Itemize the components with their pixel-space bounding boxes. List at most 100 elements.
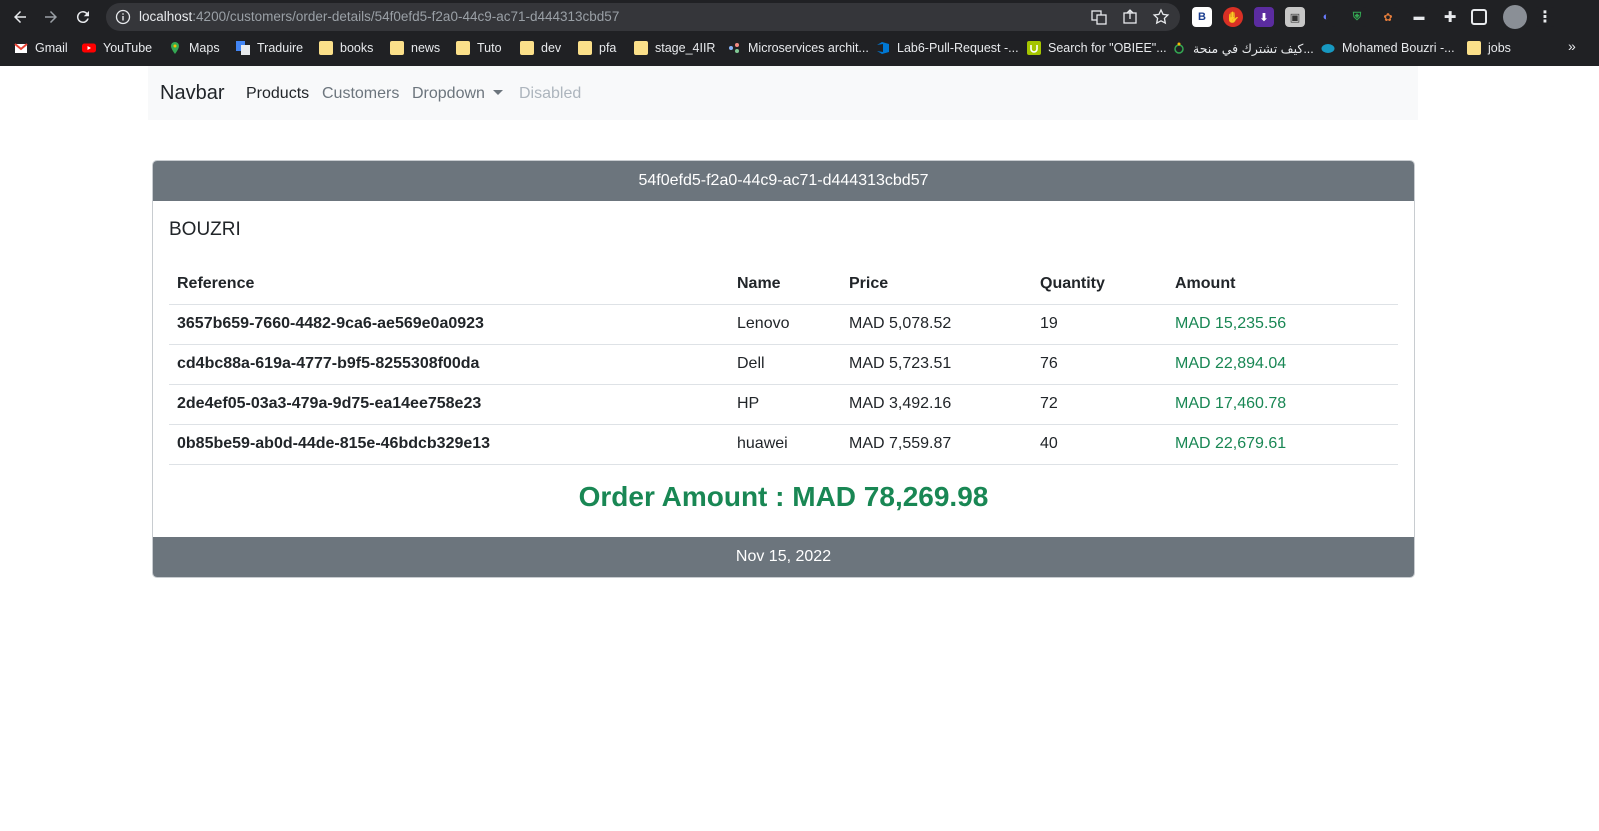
maps-icon <box>171 42 179 54</box>
url-host: localhost <box>139 9 193 24</box>
bookmark-maps[interactable]: Maps <box>168 39 220 57</box>
info-icon[interactable] <box>115 9 131 25</box>
item-reference: cd4bc88a-619a-4777-b9f5-8255308f00da <box>169 344 729 385</box>
extensions-puzzle-icon[interactable]: ✚ <box>1440 7 1460 27</box>
bookmark-folder-news[interactable]: news <box>390 39 440 57</box>
address-bar[interactable]: localhost:4200/customers/order-details/5… <box>106 3 1180 31</box>
bookmark-label: Search for "OBIEE"... <box>1048 41 1167 55</box>
bookmark-star-icon[interactable] <box>1152 8 1170 26</box>
order-date-footer: Nov 15, 2022 <box>153 537 1414 577</box>
bookmarks-bar: Gmail YouTube Maps Traduire books news T… <box>0 34 1599 62</box>
share-icon[interactable] <box>1121 8 1139 26</box>
back-arrow-icon <box>14 11 26 23</box>
bookmark-obiee[interactable]: Search for "OBIEE"... <box>1027 39 1167 57</box>
column-header-amount: Amount <box>1167 264 1398 305</box>
bookmarks-overflow-button[interactable]: » <box>1568 38 1576 54</box>
bookmark-label: stage_4IIR <box>655 41 716 55</box>
reload-button[interactable] <box>70 4 96 30</box>
bookmark-gmail[interactable]: Gmail <box>14 39 68 57</box>
translate-page-icon[interactable] <box>1090 8 1108 26</box>
order-total-amount: Order Amount : MAD 78,269.98 <box>578 481 989 512</box>
side-panel-icon[interactable] <box>1471 9 1487 25</box>
extension-moon-icon[interactable]: ◐ <box>1316 7 1336 27</box>
browser-menu-icon[interactable]: ⋮ <box>1535 7 1555 27</box>
item-name: huawei <box>729 424 841 465</box>
bookmark-label: books <box>340 41 374 55</box>
browser-toolbar: localhost:4200/customers/order-details/5… <box>0 0 1599 34</box>
navbar-brand[interactable]: Navbar <box>160 82 224 105</box>
bookmark-arabic[interactable]: كيف تشترك في منحة... <box>1172 39 1314 57</box>
folder-icon <box>390 41 404 55</box>
item-price: MAD 7,559.87 <box>841 424 1032 465</box>
caret-down-icon <box>492 90 503 95</box>
bookmark-traduire[interactable]: Traduire <box>236 39 303 57</box>
extension-b-icon[interactable]: B <box>1192 7 1212 27</box>
extension-gun-icon[interactable]: ▬ <box>1409 7 1429 27</box>
order-id-header: 54f0efd5-f2a0-44c9-ac71-d444313cbd57 <box>153 161 1414 201</box>
folder-icon <box>520 41 534 55</box>
profile-avatar[interactable] <box>1503 5 1527 29</box>
item-name: HP <box>729 384 841 425</box>
bookmark-label: Mohamed Bouzri -... <box>1342 41 1455 55</box>
bookmark-label: كيف تشترك في منحة... <box>1193 41 1314 56</box>
item-reference: 2de4ef05-03a3-479a-9d75-ea14ee758e23 <box>169 384 729 425</box>
reload-icon <box>76 11 89 24</box>
bookmark-label: Lab6-Pull-Request -... <box>897 41 1019 55</box>
order-card: 54f0efd5-f2a0-44c9-ac71-d444313cbd57 BOU… <box>152 160 1415 578</box>
item-price: MAD 5,078.52 <box>841 304 1032 345</box>
browser-chrome: localhost:4200/customers/order-details/5… <box>0 0 1599 66</box>
bookmark-label: dev <box>541 41 562 55</box>
extension-page-icon[interactable]: ▣ <box>1285 7 1305 27</box>
bookmark-mohamed[interactable]: Mohamed Bouzri -... <box>1321 39 1455 57</box>
extension-adblock-icon[interactable]: ✋ <box>1223 7 1243 27</box>
bookmark-microservices[interactable]: Microservices archit... <box>727 39 869 57</box>
translate-icon <box>236 41 250 55</box>
url-path: :4200/customers/order-details/54f0efd5-f… <box>192 9 620 24</box>
dropdown-label: Dropdown <box>412 85 485 102</box>
forward-button[interactable] <box>38 4 64 30</box>
nav-link-customers[interactable]: Customers <box>322 85 399 103</box>
gmail-icon <box>14 43 28 53</box>
bookmark-label: Traduire <box>257 41 304 55</box>
back-button[interactable] <box>7 4 33 30</box>
bookmark-folder-dev[interactable]: dev <box>520 39 561 57</box>
item-price: MAD 5,723.51 <box>841 344 1032 385</box>
column-header-reference: Reference <box>169 264 729 305</box>
nav-link-dropdown[interactable]: Dropdown <box>412 85 503 103</box>
udemy-icon <box>1027 41 1041 55</box>
column-header-price: Price <box>841 264 1032 305</box>
table-row: 3657b659-7660-4482-9ca6-ae569e0a0923 Len… <box>169 304 1398 345</box>
bookmark-folder-jobs[interactable]: jobs <box>1467 39 1511 57</box>
item-name: Lenovo <box>729 304 841 345</box>
bookmark-label: Tuto <box>477 41 502 55</box>
item-quantity: 76 <box>1032 344 1167 385</box>
site-icon <box>729 43 739 53</box>
item-quantity: 19 <box>1032 304 1167 345</box>
folder-icon <box>1467 41 1481 55</box>
item-amount: MAD 22,894.04 <box>1167 344 1398 385</box>
item-amount: MAD 17,460.78 <box>1167 384 1398 425</box>
bookmark-folder-books[interactable]: books <box>319 39 373 57</box>
extension-download-icon[interactable]: ⬇ <box>1254 7 1274 27</box>
item-amount: MAD 15,235.56 <box>1167 304 1398 345</box>
app-navbar: Navbar Products Customers Dropdown Disab… <box>148 66 1418 120</box>
extension-cookie-icon[interactable]: ✿ <box>1378 7 1398 27</box>
bookmark-folder-stage[interactable]: stage_4IIR <box>634 39 715 57</box>
item-reference: 3657b659-7660-4482-9ca6-ae569e0a0923 <box>169 304 729 345</box>
table-row: 2de4ef05-03a3-479a-9d75-ea14ee758e23 HP … <box>169 384 1398 425</box>
bookmark-lab6[interactable]: Lab6-Pull-Request -... <box>876 39 1019 57</box>
bookmark-label: YouTube <box>103 41 153 55</box>
bookmark-folder-pfa[interactable]: pfa <box>578 39 616 57</box>
forward-arrow-icon <box>45 11 57 23</box>
bookmark-label: jobs <box>1488 41 1511 55</box>
table-row: cd4bc88a-619a-4777-b9f5-8255308f00da Del… <box>169 344 1398 385</box>
extension-shield-icon[interactable]: ⛨ <box>1347 7 1367 27</box>
nav-link-products[interactable]: Products <box>246 85 309 103</box>
item-quantity: 40 <box>1032 424 1167 465</box>
table-header-row: Reference Name Price Quantity Amount <box>169 264 1398 305</box>
bookmark-folder-tuto[interactable]: Tuto <box>456 39 502 57</box>
bookmark-label: Gmail <box>35 41 68 55</box>
bookmark-youtube[interactable]: YouTube <box>82 39 152 57</box>
nav-link-disabled: Disabled <box>519 85 582 102</box>
bookmark-label: pfa <box>599 41 617 55</box>
